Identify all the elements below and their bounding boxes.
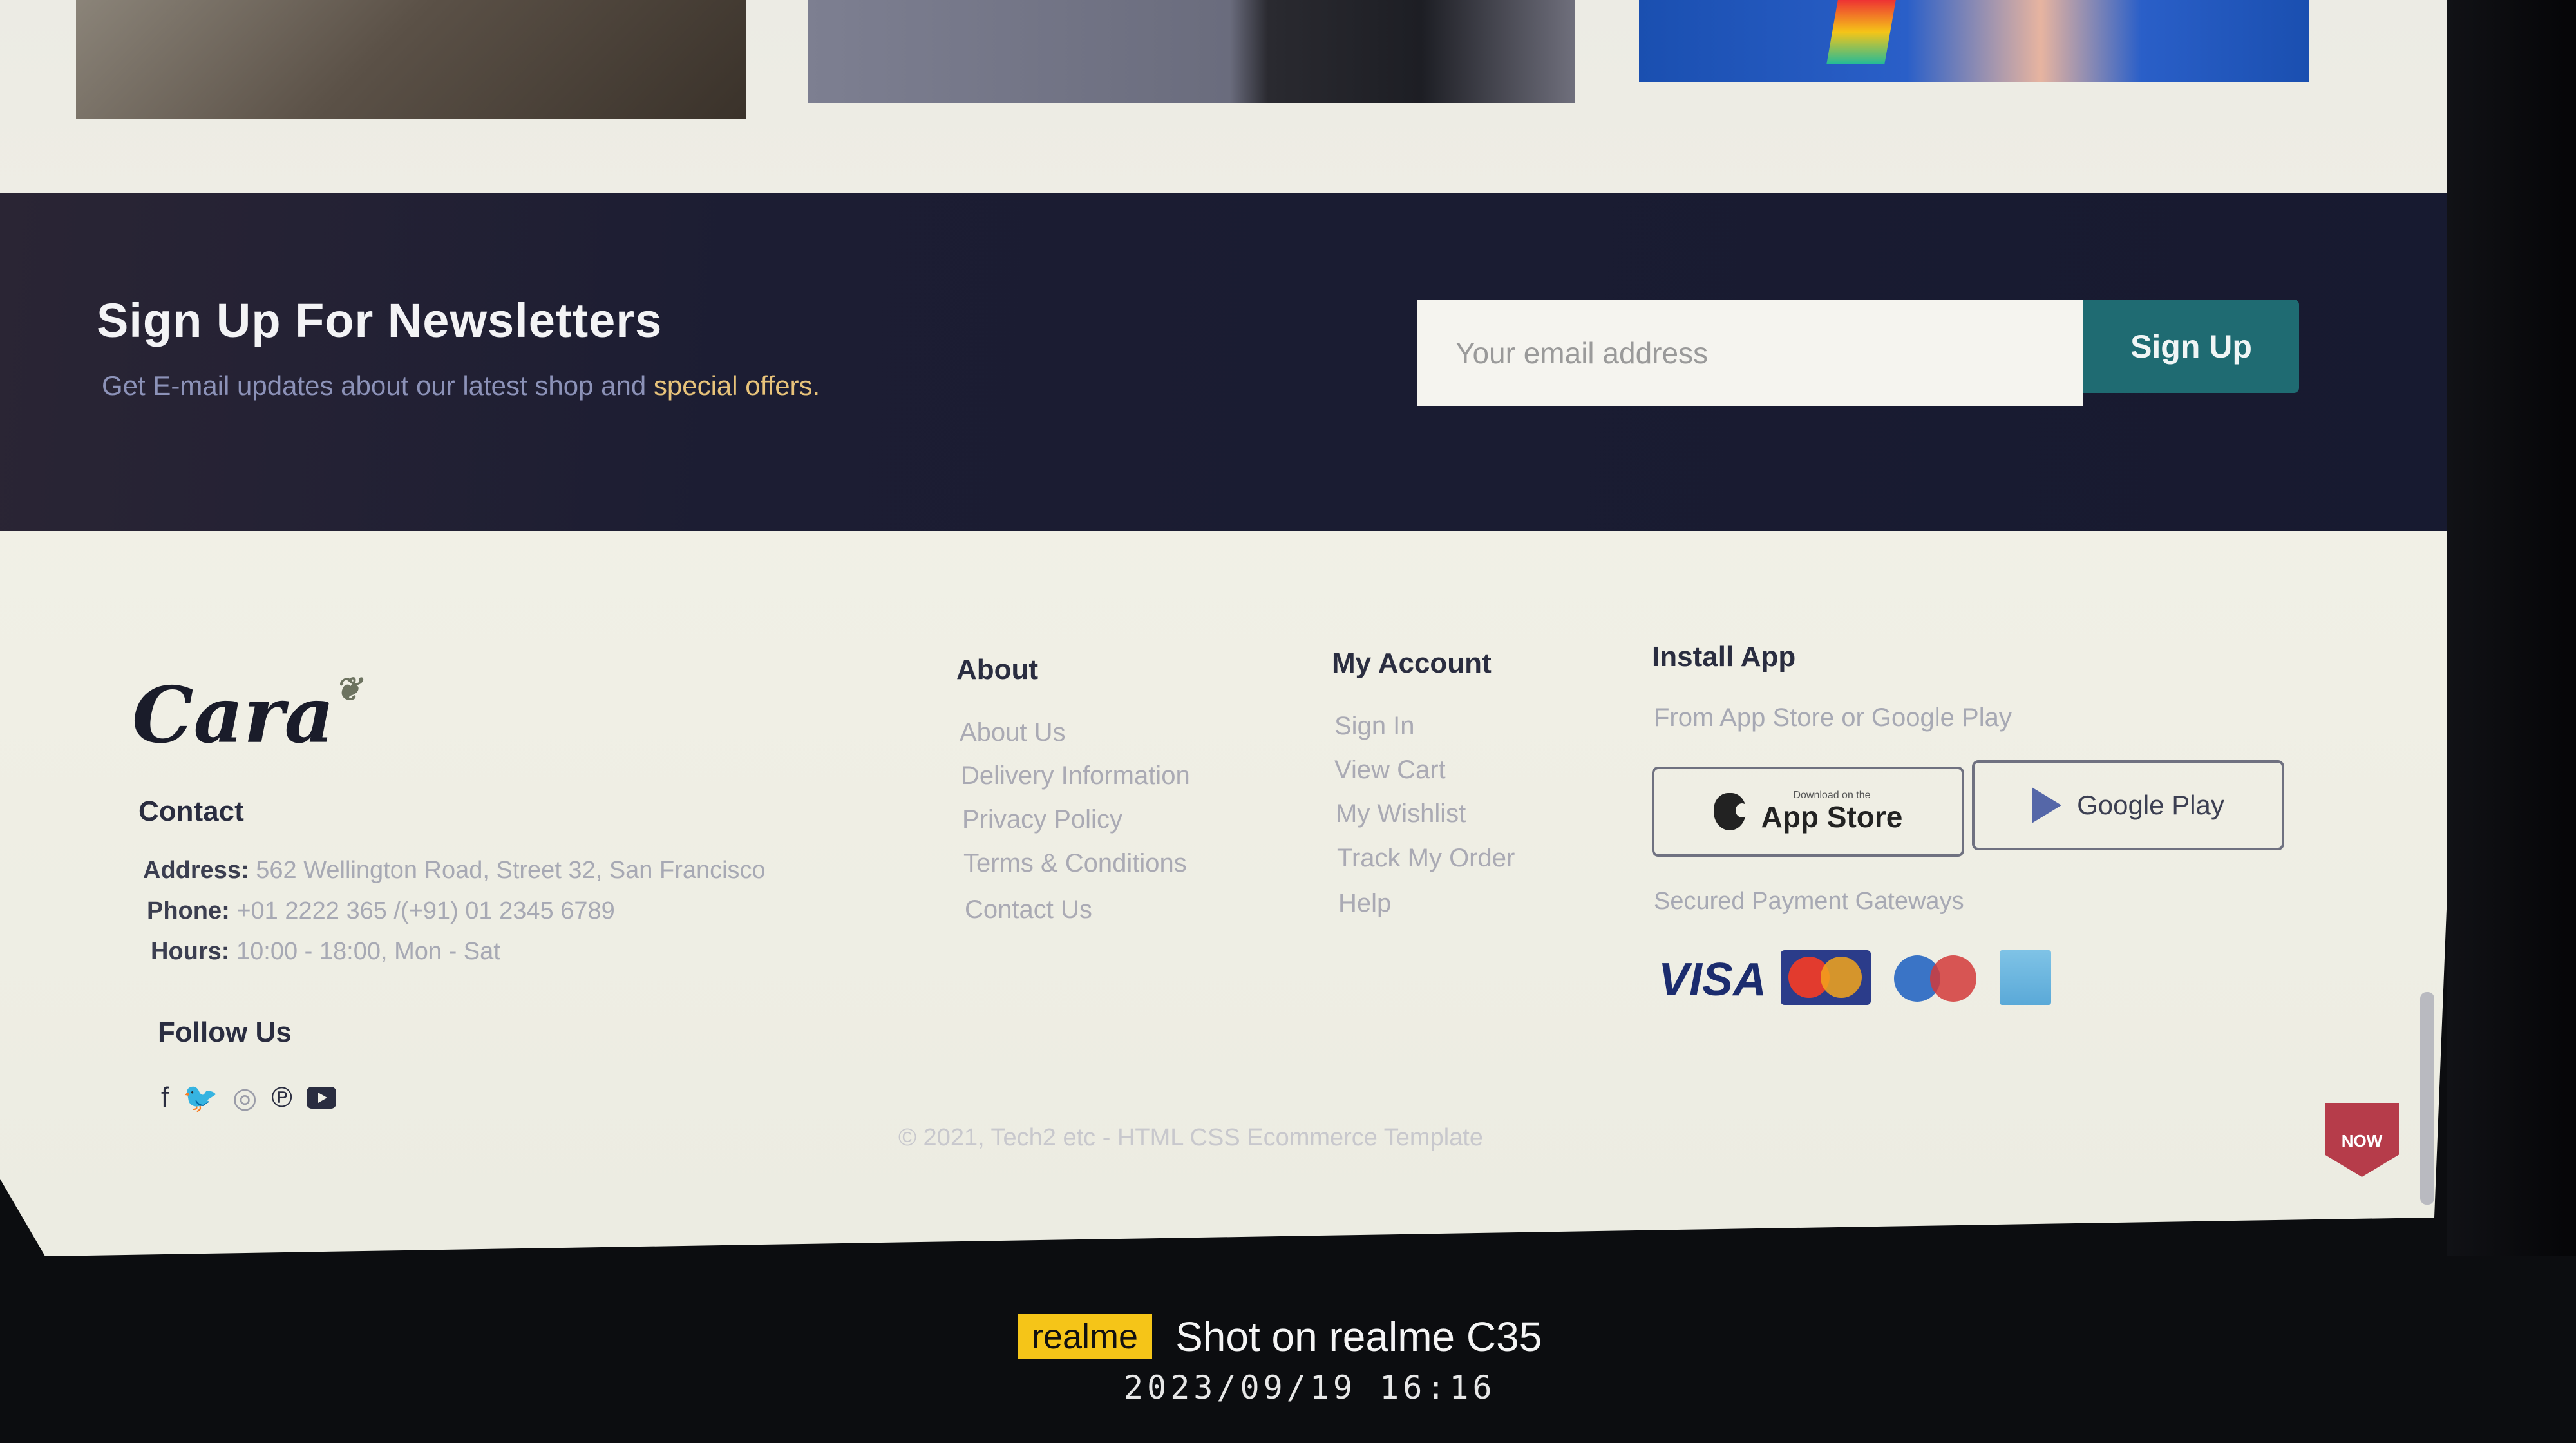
phone-label: Phone: bbox=[147, 897, 230, 924]
apple-icon bbox=[1713, 793, 1748, 830]
hours-label: Hours: bbox=[151, 938, 230, 965]
app-store-text: Download on the App Store bbox=[1761, 790, 1903, 834]
amex-logo bbox=[2000, 950, 2051, 1005]
footer-link-terms-conditions[interactable]: Terms & Conditions bbox=[963, 849, 1187, 878]
about-heading: About bbox=[956, 654, 1039, 685]
newsletter-subtitle: Get E-mail updates about our latest shop… bbox=[102, 370, 820, 401]
product-image-2[interactable] bbox=[808, 0, 1575, 103]
leaf-icon: ❦ bbox=[334, 670, 362, 708]
pinterest-icon[interactable]: ℗ bbox=[271, 1082, 292, 1114]
payment-gateways-heading: Secured Payment Gateways bbox=[1654, 888, 1964, 915]
newsletter-email-input[interactable] bbox=[1417, 300, 2083, 406]
watermark-datetime: 2023/09/19 16:16 bbox=[1124, 1369, 1496, 1406]
copyright-text: © 2021, Tech2 etc - HTML CSS Ecommerce T… bbox=[898, 1124, 1483, 1151]
footer-link-delivery-information[interactable]: Delivery Information bbox=[961, 761, 1190, 790]
app-store-label: App Store bbox=[1761, 799, 1903, 834]
hours-value: 10:00 - 18:00, Mon - Sat bbox=[236, 938, 500, 965]
install-app-heading: Install App bbox=[1652, 641, 1796, 673]
footer-link-contact-us[interactable]: Contact Us bbox=[965, 895, 1092, 924]
contact-hours: Hours: 10:00 - 18:00, Mon - Sat bbox=[151, 938, 500, 966]
social-links: f 🐦 ◎ ℗ bbox=[161, 1081, 336, 1114]
youtube-icon[interactable] bbox=[306, 1087, 336, 1109]
address-label: Address: bbox=[143, 857, 249, 884]
watermark-device: Shot on realme C35 bbox=[1175, 1314, 1542, 1360]
contact-heading: Contact bbox=[138, 796, 244, 827]
address-value: 562 Wellington Road, Street 32, San Fran… bbox=[256, 857, 766, 884]
google-play-icon bbox=[2032, 787, 2062, 823]
app-store-button[interactable]: Download on the App Store bbox=[1652, 767, 1964, 857]
footer-link-view-cart[interactable]: View Cart bbox=[1334, 756, 1446, 785]
facebook-icon[interactable]: f bbox=[161, 1082, 169, 1114]
maestro-logo bbox=[1890, 950, 1980, 1005]
footer-link-about-us[interactable]: About Us bbox=[960, 718, 1066, 747]
product-image-1[interactable] bbox=[76, 0, 746, 119]
newsletter-subtitle-highlight: special offers. bbox=[653, 370, 820, 401]
brand-logo[interactable]: Cara❦ bbox=[132, 670, 361, 761]
install-app-subtitle: From App Store or Google Play bbox=[1654, 703, 2012, 732]
page-scrollbar[interactable] bbox=[2420, 992, 2434, 1205]
newsletter-title: Sign Up For Newsletters bbox=[97, 294, 663, 347]
footer-link-track-my-order[interactable]: Track My Order bbox=[1337, 844, 1515, 873]
my-account-heading: My Account bbox=[1332, 647, 1492, 679]
visa-logo: VISA bbox=[1658, 954, 1767, 1006]
footer-link-help[interactable]: Help bbox=[1338, 889, 1391, 918]
footer-link-privacy-policy[interactable]: Privacy Policy bbox=[962, 805, 1122, 834]
footer-link-sign-in[interactable]: Sign In bbox=[1334, 712, 1415, 741]
follow-us-heading: Follow Us bbox=[158, 1017, 292, 1048]
newsletter-signup-button[interactable]: Sign Up bbox=[2083, 300, 2299, 393]
camera-watermark: realme Shot on realme C35 bbox=[1018, 1313, 1542, 1361]
monitor-screen: Sign Up For Newsletters Get E-mail updat… bbox=[0, 0, 2447, 1256]
contact-address: Address: 562 Wellington Road, Street 32,… bbox=[143, 857, 766, 884]
contact-phone: Phone: +01 2222 365 /(+91) 01 2345 6789 bbox=[147, 897, 615, 925]
google-play-button[interactable]: Google Play bbox=[1972, 760, 2284, 850]
subscribe-now-badge[interactable]: NOW bbox=[2325, 1103, 2399, 1177]
product-image-3[interactable] bbox=[1639, 0, 2309, 82]
mastercard-logo bbox=[1781, 950, 1871, 1005]
newsletter-subtitle-text: Get E-mail updates about our latest shop… bbox=[102, 370, 654, 401]
phone-value: +01 2222 365 /(+91) 01 2345 6789 bbox=[236, 897, 615, 924]
google-play-label: Google Play bbox=[2077, 790, 2224, 820]
newsletter-section: Sign Up For Newsletters Get E-mail updat… bbox=[0, 193, 2447, 531]
twitter-icon[interactable]: 🐦 bbox=[183, 1081, 218, 1114]
ribbon-decoration bbox=[1826, 0, 1896, 64]
footer-link-my-wishlist[interactable]: My Wishlist bbox=[1336, 799, 1466, 828]
watermark-brand: realme bbox=[1018, 1314, 1153, 1359]
instagram-icon[interactable]: ◎ bbox=[232, 1082, 257, 1114]
app-store-small-label: Download on the bbox=[1793, 789, 1871, 801]
monitor-bezel bbox=[2447, 0, 2576, 1256]
brand-logo-text: Cara bbox=[132, 670, 335, 761]
